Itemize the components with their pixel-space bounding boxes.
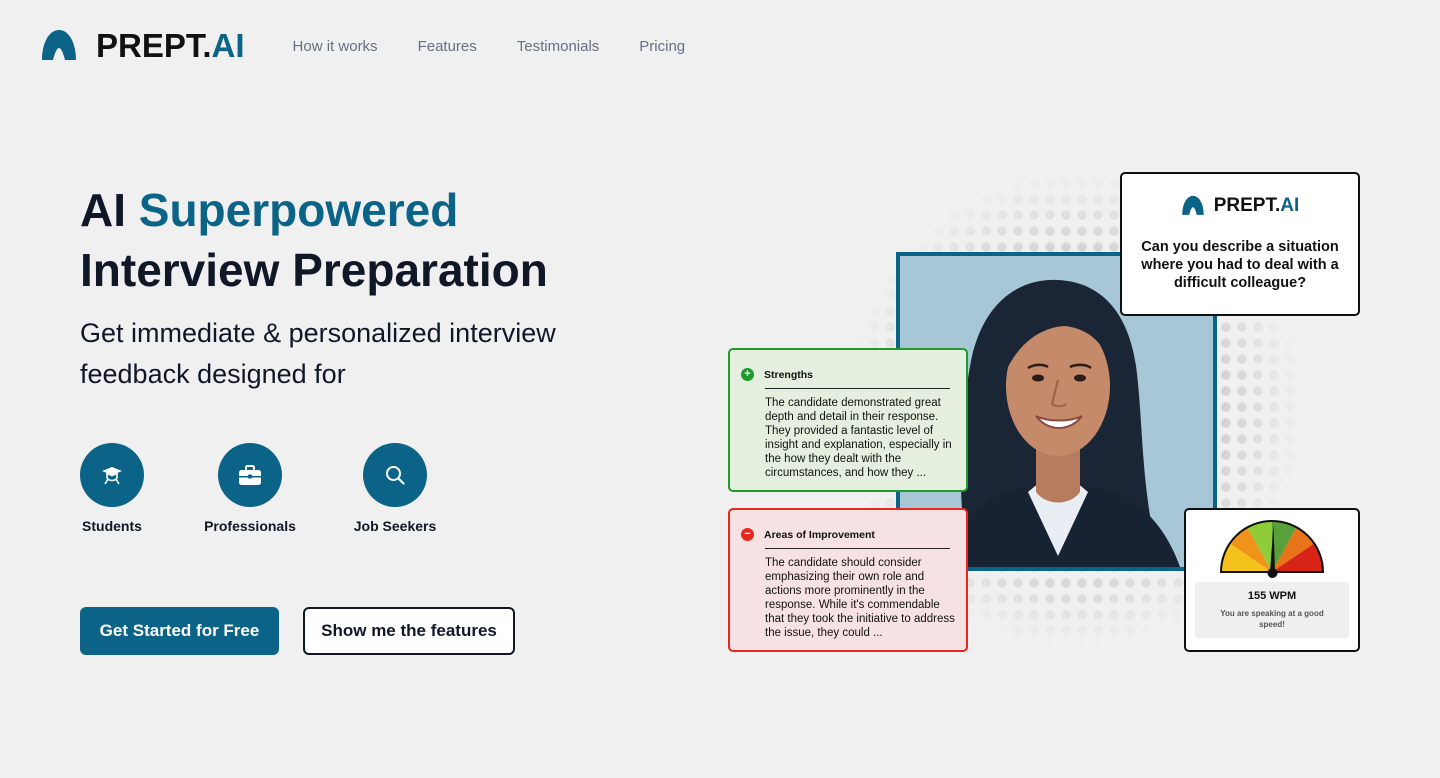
persona-job-seekers: Job Seekers <box>354 443 436 534</box>
persona-list: Students Professionals Job Seekers <box>80 443 460 543</box>
nav-link-pricing[interactable]: Pricing <box>639 38 685 55</box>
hero-title-accent: Superpowered <box>138 184 459 236</box>
question-card-logo: PREPT.AI <box>1122 194 1358 218</box>
show-features-button[interactable]: Show me the features <box>303 607 515 655</box>
persona-students: Students <box>80 443 144 534</box>
persona-circle <box>363 443 427 507</box>
logo-mark-icon <box>1181 195 1204 215</box>
briefcase-icon <box>239 465 261 485</box>
brand-logo[interactable]: PREPT.AI <box>40 27 245 65</box>
strengths-card: + Strengths The candidate demonstrated g… <box>728 348 968 492</box>
question-card: PREPT.AI Can you describe a situation wh… <box>1120 172 1360 316</box>
wpm-value: 155 WPM <box>1247 590 1297 602</box>
strengths-header: + Strengths <box>741 368 966 381</box>
plus-icon: + <box>741 368 754 381</box>
graduation-cap-icon <box>102 467 122 485</box>
persona-label: Job Seekers <box>353 518 437 534</box>
nav-link-features[interactable]: Features <box>418 38 477 55</box>
question-card-brand-accent: AI <box>1280 195 1300 216</box>
improvement-title: Areas of Improvement <box>764 528 875 541</box>
magnifier-icon <box>386 466 405 485</box>
persona-professionals: Professionals <box>204 443 296 534</box>
wpm-message: You are speaking at a good speed! <box>1220 609 1324 629</box>
persona-circle <box>218 443 282 507</box>
question-card-brand-main: PREPT. <box>1213 195 1281 216</box>
divider <box>765 388 950 389</box>
divider <box>765 548 950 549</box>
interview-question: Can you describe a situation where you h… <box>1141 239 1339 291</box>
brand-name-main: PREPT. <box>96 27 212 64</box>
minus-icon: − <box>741 528 754 541</box>
hero-title-prefix: AI <box>80 184 139 236</box>
get-started-button[interactable]: Get Started for Free <box>80 607 279 655</box>
question-card-wordmark: PREPT.AI <box>1214 195 1300 217</box>
improvement-card: − Areas of Improvement The candidate sho… <box>728 508 968 652</box>
persona-label: Professionals <box>204 518 296 534</box>
nav-link-how-it-works[interactable]: How it works <box>293 38 378 55</box>
top-nav: PREPT.AI How it works Features Testimoni… <box>40 26 725 66</box>
hero-title: AI Superpowered Interview Preparation <box>80 180 548 300</box>
hero-subtitle: Get immediate & personalized interview f… <box>80 318 556 389</box>
logo-mark-icon <box>42 30 76 60</box>
nav-links: How it works Features Testimonials Prici… <box>293 38 726 55</box>
persona-circle <box>80 443 144 507</box>
strengths-text: The candidate demonstrated great depth a… <box>765 397 952 479</box>
improvement-text: The candidate should consider emphasizin… <box>765 557 955 639</box>
nav-link-testimonials[interactable]: Testimonials <box>517 38 600 55</box>
wpm-panel: 155 WPM You are speaking at a good speed… <box>1195 582 1349 638</box>
speed-gauge-icon <box>1219 520 1325 578</box>
strengths-title: Strengths <box>764 368 814 381</box>
hero-title-line2: Interview Preparation <box>80 244 548 296</box>
persona-label: Students <box>82 518 142 534</box>
brand-name-accent: AI <box>211 27 245 64</box>
improvement-header: − Areas of Improvement <box>741 528 966 541</box>
speaking-speed-card: 155 WPM You are speaking at a good speed… <box>1184 508 1360 652</box>
brand-wordmark: PREPT.AI <box>96 27 245 65</box>
